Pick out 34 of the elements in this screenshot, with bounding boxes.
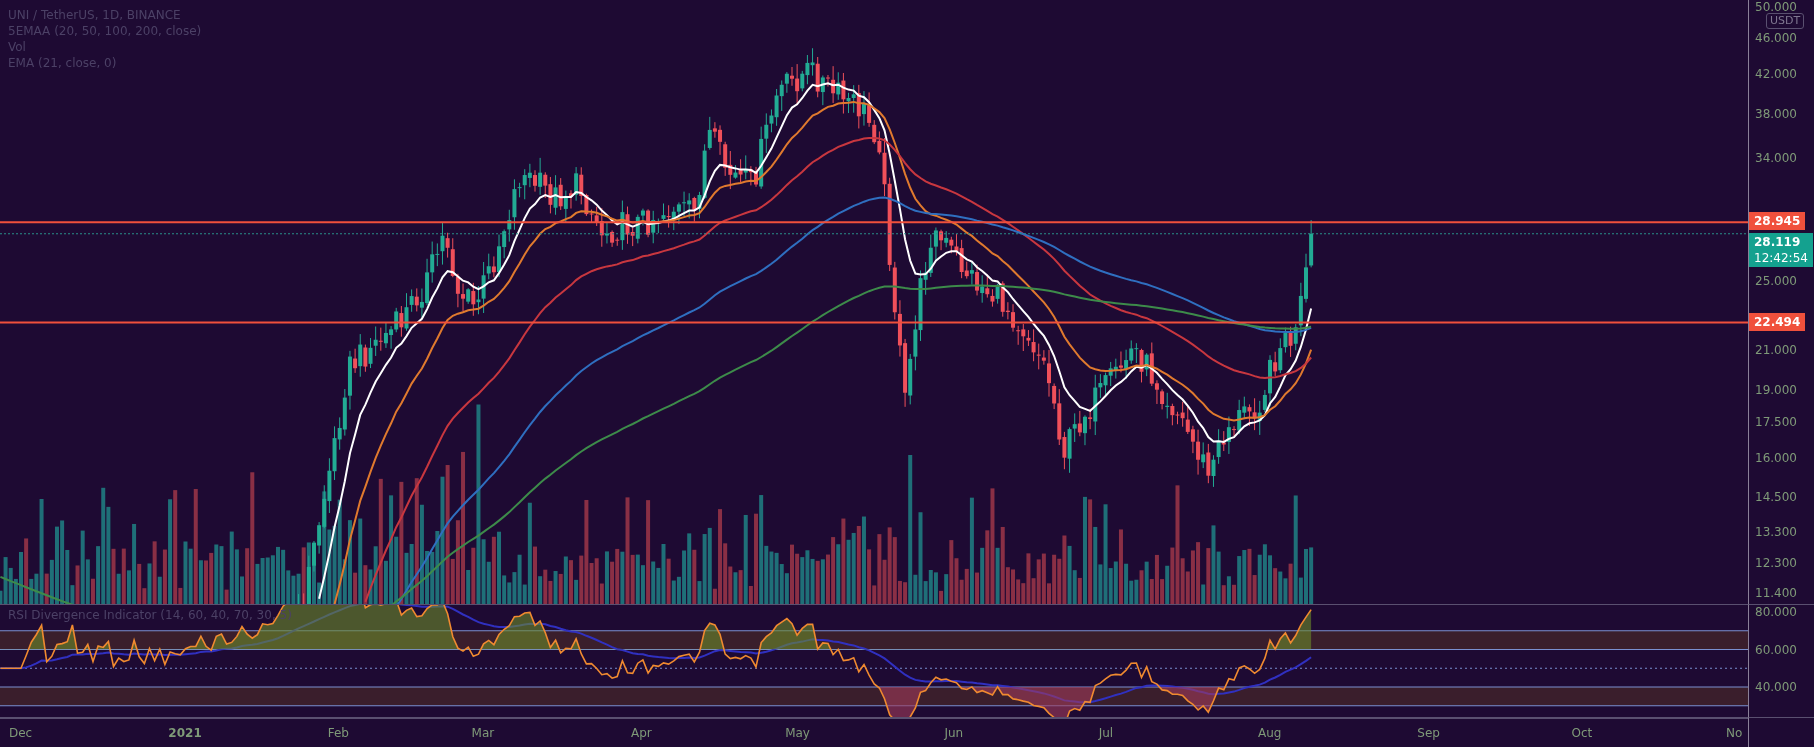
price-label: 28.119 xyxy=(1754,233,1802,250)
time-axis-label: Jun xyxy=(944,726,964,740)
price-axis-label: 14.500 xyxy=(1755,490,1797,505)
rsi-axis-label: 60.000 xyxy=(1755,642,1797,657)
time-axis-label: Sep xyxy=(1417,726,1440,740)
price-axis-label: 46.000 xyxy=(1755,30,1797,45)
currency-badge[interactable]: USDT xyxy=(1766,13,1805,29)
price-axis-label: 34.000 xyxy=(1755,151,1797,166)
time-axis-label: May xyxy=(785,726,810,740)
price-axis-label: 42.000 xyxy=(1755,67,1797,82)
time-axis-label: 2021 xyxy=(168,726,202,740)
time-axis-label: No xyxy=(1726,726,1743,740)
price-axis-label: 21.000 xyxy=(1755,342,1797,357)
time-axis-label: Oct xyxy=(1571,726,1593,740)
price-axis-label: 12.300 xyxy=(1755,555,1797,570)
price-axis-label: 38.000 xyxy=(1755,106,1797,121)
time-axis-label: Feb xyxy=(327,726,349,740)
price-axis-label: 50.000 xyxy=(1755,0,1797,14)
price-axis-label: 11.400 xyxy=(1755,585,1797,600)
rsi-axis-label: 40.000 xyxy=(1755,680,1797,694)
time-axis-label: Apr xyxy=(630,726,652,740)
price-axis-label: 19.000 xyxy=(1755,382,1797,397)
price-axis-label: 25.000 xyxy=(1755,273,1797,288)
price-axis-label: 16.000 xyxy=(1755,451,1797,466)
price-axis-label: 17.500 xyxy=(1755,415,1797,430)
time-axis-label: Jul xyxy=(1098,726,1114,740)
price-tag: 22.494 xyxy=(1749,312,1806,331)
price-tag: 28.945 xyxy=(1749,212,1806,231)
time-axis-label: Mar xyxy=(471,726,495,740)
price-axis-label: 13.300 xyxy=(1755,524,1797,539)
time-axis-label: Aug xyxy=(1258,726,1282,740)
time-axis-label: Dec xyxy=(9,726,33,740)
rsi-axis-label: 80.000 xyxy=(1755,605,1797,619)
countdown-label: 12:42:54 xyxy=(1754,249,1808,266)
